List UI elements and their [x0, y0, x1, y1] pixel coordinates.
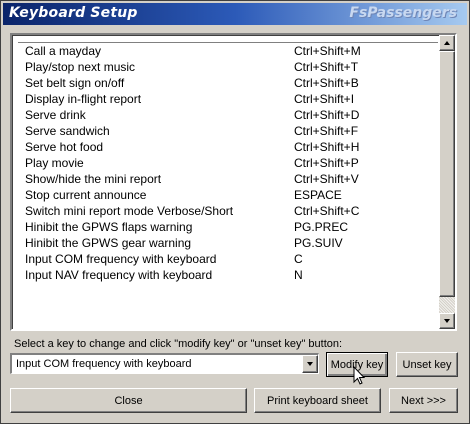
shortcut-action: Input NAV frequency with keyboard	[25, 268, 213, 282]
print-keyboard-sheet-button[interactable]: Print keyboard sheet	[254, 388, 381, 413]
shortcut-row[interactable]: Serve drink Ctrl+Shift+D	[12, 107, 440, 123]
action-select-value: Input COM frequency with keyboard	[16, 358, 192, 370]
close-button[interactable]: Close	[10, 388, 247, 413]
shortcut-row[interactable]: Hinibit the GPWS gear warning PG.SUIV	[12, 235, 440, 251]
scroll-up-button[interactable]	[439, 35, 455, 51]
instruction-text: Select a key to change and click "modify…	[14, 338, 343, 350]
dropdown-arrow-icon	[307, 362, 313, 366]
shortcut-row[interactable]: Serve sandwich Ctrl+Shift+F	[12, 123, 440, 139]
shortcut-action: Switch mini report mode Verbose/Short	[25, 204, 234, 218]
shortcut-row[interactable]: Set belt sign on/off Ctrl+Shift+B	[12, 75, 440, 91]
shortcut-action: Hinibit the GPWS flaps warning	[25, 220, 193, 234]
shortcut-row[interactable]: Stop current announce ESPACE	[12, 187, 440, 203]
shortcut-action: Display in-flight report	[25, 92, 142, 106]
keyboard-setup-window: Keyboard Setup FsPassengers Call a mayda…	[0, 0, 470, 424]
shortcut-row[interactable]: Display in-flight report Ctrl+Shift+I	[12, 91, 440, 107]
scroll-up-arrow-icon	[444, 41, 450, 45]
action-select-dropdown-button[interactable]	[302, 355, 318, 373]
shortcut-list[interactable]: Call a mayday Ctrl+Shift+M Play/stop next …	[10, 33, 457, 331]
vertical-scrollbar[interactable]	[439, 35, 455, 329]
shortcut-row[interactable]: Input NAV frequency with keyboard N	[12, 267, 440, 283]
shortcut-row[interactable]: Input COM frequency with keyboard C	[12, 251, 440, 267]
shortcut-row[interactable]: Call a mayday Ctrl+Shift+M	[12, 43, 440, 59]
shortcut-key: Ctrl+Shift+F	[294, 124, 359, 138]
shortcut-key: Ctrl+Shift+V	[294, 172, 359, 186]
shortcut-row[interactable]: Show/hide the mini report Ctrl+Shift+V	[12, 171, 440, 187]
arrow-pointer-icon	[353, 366, 366, 385]
shortcut-key: Ctrl+Shift+I	[294, 92, 355, 106]
brand-logo-text: FsPassengers	[349, 5, 457, 21]
shortcut-action: Input COM frequency with keyboard	[25, 252, 217, 266]
shortcut-items: Call a mayday Ctrl+Shift+M Play/stop next …	[12, 43, 440, 283]
shortcut-key: Ctrl+Shift+M	[294, 44, 361, 58]
scroll-down-button[interactable]	[439, 313, 455, 329]
shortcut-key: PG.SUIV	[294, 236, 343, 250]
shortcut-action: Serve hot food	[25, 140, 104, 154]
shortcut-row[interactable]: Play movie Ctrl+Shift+P	[12, 155, 440, 171]
shortcut-key: Ctrl+Shift+D	[294, 108, 360, 122]
scroll-down-arrow-icon	[444, 319, 450, 323]
next-button[interactable]: Next >>>	[389, 388, 458, 413]
shortcut-key: Ctrl+Shift+T	[294, 60, 359, 74]
shortcut-action: Serve sandwich	[25, 124, 110, 138]
shortcut-key: Ctrl+Shift+H	[294, 140, 360, 154]
shortcut-key: C	[294, 252, 303, 266]
shortcut-action: Call a mayday	[25, 44, 102, 58]
shortcut-key: ESPACE	[294, 188, 342, 202]
shortcut-action: Serve drink	[25, 108, 86, 122]
shortcut-row[interactable]: Serve hot food Ctrl+Shift+H	[12, 139, 440, 155]
shortcut-key: Ctrl+Shift+B	[294, 76, 359, 90]
scroll-thumb[interactable]	[439, 51, 455, 297]
shortcut-row[interactable]: Hinibit the GPWS flaps warning PG.PREC	[12, 219, 440, 235]
shortcut-key: Ctrl+Shift+C	[294, 204, 360, 218]
shortcut-action: Play/stop next music	[25, 60, 136, 74]
shortcut-action: Play movie	[25, 156, 84, 170]
shortcut-key: Ctrl+Shift+P	[294, 156, 359, 170]
shortcut-key: PG.PREC	[294, 220, 349, 234]
shortcut-action: Hinibit the GPWS gear warning	[25, 236, 192, 250]
shortcut-action: Stop current announce	[25, 188, 147, 202]
window-title: Keyboard Setup	[9, 5, 138, 21]
shortcut-key: N	[294, 268, 303, 282]
unset-key-button[interactable]: Unset key	[396, 352, 458, 377]
action-select[interactable]: Input COM frequency with keyboard	[10, 353, 319, 374]
shortcut-row[interactable]: Switch mini report mode Verbose/Short Ctr…	[12, 203, 440, 219]
shortcut-action: Show/hide the mini report	[25, 172, 162, 186]
shortcut-action: Set belt sign on/off	[25, 76, 125, 90]
title-bar[interactable]: Keyboard Setup FsPassengers	[3, 3, 467, 25]
shortcut-row[interactable]: Play/stop next music Ctrl+Shift+T	[12, 59, 440, 75]
